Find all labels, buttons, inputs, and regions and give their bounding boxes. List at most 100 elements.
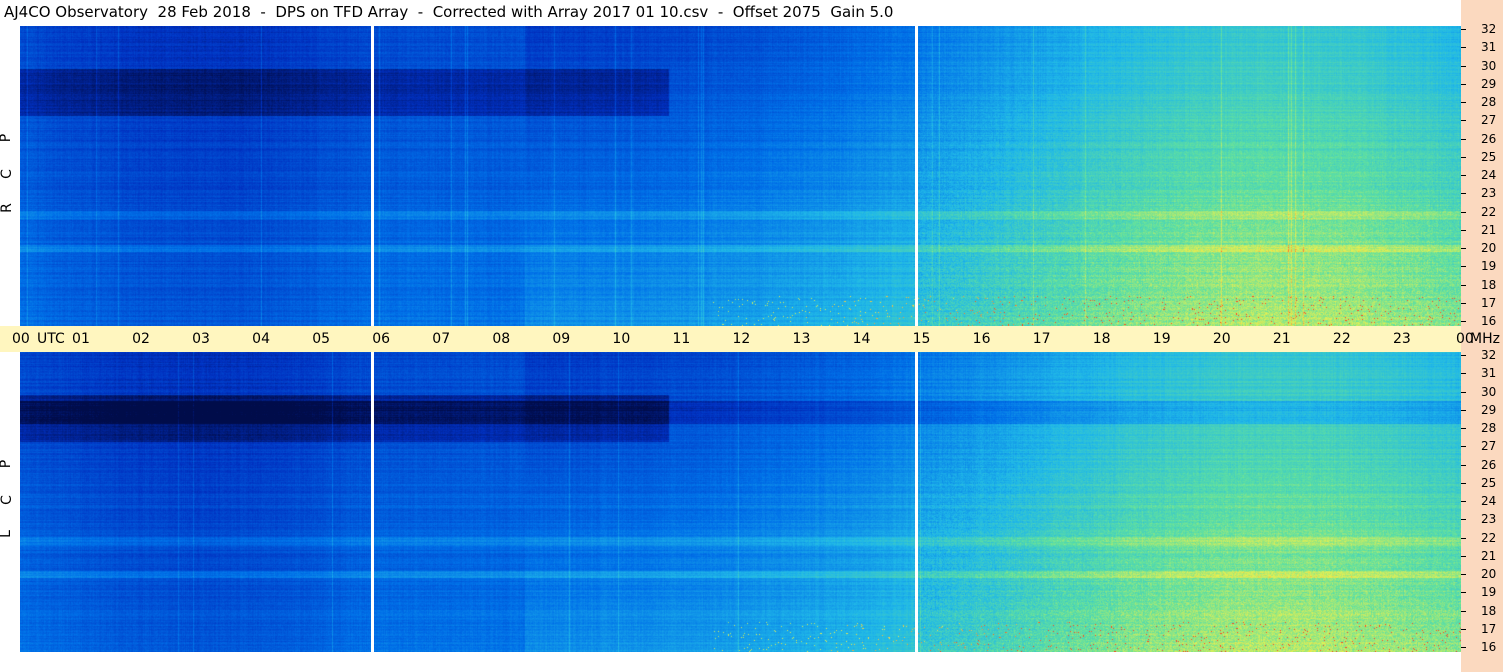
freq-tick-mark: [1461, 537, 1466, 539]
freq-tick-mark: [1461, 610, 1466, 612]
utc-tick-label: 04: [252, 331, 270, 347]
polarization-letter: R: [0, 203, 15, 213]
freq-tick-label: 26: [1481, 131, 1497, 146]
utc-time-axis: [0, 326, 1461, 352]
freq-tick-mark: [1461, 555, 1466, 557]
freq-tick-mark: [1461, 373, 1466, 375]
freq-tick-mark: [1461, 464, 1466, 466]
utc-tick-label: 12: [732, 331, 751, 347]
freq-tick-label: 22: [1481, 530, 1497, 545]
freq-tick-label: 20: [1481, 567, 1497, 581]
freq-tick-mark: [1461, 266, 1466, 268]
freq-tick-label: 21: [1481, 222, 1497, 237]
freq-tick-label: 22: [1481, 204, 1497, 219]
rcp-spectrogram: [20, 26, 1461, 326]
utc-tick-label: 06: [372, 331, 391, 347]
freq-tick-label: 31: [1481, 366, 1497, 381]
freq-tick-label: 24: [1481, 168, 1497, 182]
freq-tick-label: 20: [1481, 241, 1497, 255]
utc-tick-label: 16: [972, 331, 991, 347]
utc-tick-label: 02: [132, 331, 150, 347]
utc-tick-label: 17: [1032, 331, 1051, 347]
freq-tick-mark: [1461, 211, 1466, 213]
lcp-spectrogram: [20, 352, 1461, 652]
freq-tick-label: 18: [1481, 603, 1497, 618]
freq-tick-label: 16: [1481, 314, 1497, 328]
freq-tick-mark: [1461, 47, 1466, 49]
polarization-letter: L: [0, 530, 14, 538]
utc-tick-label: 05: [312, 331, 331, 347]
utc-tick-label: 03: [192, 331, 210, 347]
freq-tick-label: 32: [1481, 348, 1497, 362]
freq-tick-mark: [1461, 83, 1466, 85]
freq-tick-mark: [1461, 592, 1466, 594]
freq-tick-label: 29: [1481, 402, 1497, 417]
freq-tick-mark: [1461, 519, 1466, 521]
freq-tick-mark: [1461, 248, 1466, 249]
freq-tick-mark: [1461, 156, 1466, 158]
freq-tick-mark: [1461, 284, 1466, 286]
freq-tick-label: 28: [1481, 95, 1497, 109]
freq-tick-label: 26: [1481, 457, 1497, 472]
utc-unit-label: UTC: [37, 331, 65, 347]
freq-tick-label: 30: [1481, 58, 1497, 73]
freq-tick-label: 19: [1481, 585, 1497, 600]
freq-tick-label: 32: [1481, 22, 1497, 36]
freq-tick-label: 17: [1481, 621, 1497, 636]
freq-tick-mark: [1461, 628, 1466, 630]
utc-tick-label: 23: [1392, 331, 1411, 347]
utc-tick-label: 14: [852, 331, 871, 347]
utc-tick-label: 20: [1212, 331, 1231, 347]
utc-tick-label: 00: [12, 331, 30, 347]
polarization-letter: C: [0, 495, 15, 505]
data-gap-line: [371, 352, 375, 652]
freq-tick-mark: [1461, 120, 1466, 122]
freq-tick-mark: [1461, 428, 1466, 429]
utc-tick-label: 18: [1092, 331, 1111, 347]
chart-title: AJ4CO Observatory 28 Feb 2018 - DPS on T…: [4, 3, 894, 21]
freq-tick-label: 25: [1481, 475, 1497, 490]
utc-tick-label: 10: [612, 331, 631, 347]
polarization-letter: C: [0, 169, 15, 179]
freq-tick-mark: [1461, 355, 1466, 356]
polarization-letter: P: [0, 460, 14, 468]
freq-tick-mark: [1461, 175, 1466, 176]
freq-tick-mark: [1461, 193, 1466, 195]
polarization-letter: P: [0, 134, 14, 142]
utc-tick-label: 19: [1152, 331, 1171, 347]
utc-tick-label: 08: [492, 331, 511, 347]
freq-tick-label: 28: [1481, 421, 1497, 435]
freq-tick-mark: [1461, 302, 1466, 304]
freq-tick-mark: [1461, 501, 1466, 502]
freq-tick-mark: [1461, 29, 1466, 30]
freq-tick-mark: [1461, 229, 1466, 231]
freq-tick-label: 23: [1481, 512, 1497, 527]
freq-tick-label: 17: [1481, 295, 1497, 310]
freq-tick-label: 27: [1481, 439, 1497, 454]
utc-tick-label: 07: [432, 331, 451, 347]
freq-tick-label: 18: [1481, 277, 1497, 292]
freq-tick-mark: [1461, 321, 1466, 322]
freq-tick-label: 25: [1481, 149, 1497, 164]
data-gap-line: [371, 26, 375, 326]
freq-tick-mark: [1461, 138, 1466, 140]
freq-tick-label: 31: [1481, 40, 1497, 55]
utc-tick-label: 11: [672, 331, 691, 347]
utc-tick-label: 15: [912, 331, 931, 347]
freq-tick-mark: [1461, 446, 1466, 448]
data-gap-line: [914, 352, 918, 652]
freq-tick-label: 21: [1481, 548, 1497, 563]
utc-tick-label: 21: [1272, 331, 1291, 347]
utc-tick-label: 13: [792, 331, 811, 347]
freq-tick-mark: [1461, 65, 1466, 67]
utc-tick-label: 09: [552, 331, 571, 347]
freq-tick-label: 29: [1481, 76, 1497, 91]
utc-tick-label: 22: [1332, 331, 1351, 347]
freq-tick-mark: [1461, 647, 1466, 648]
freq-tick-label: 27: [1481, 113, 1497, 128]
freq-tick-mark: [1461, 102, 1466, 103]
freq-tick-label: 30: [1481, 384, 1497, 399]
freq-tick-mark: [1461, 391, 1466, 393]
freq-tick-mark: [1461, 574, 1466, 575]
utc-tick-label: 01: [72, 331, 90, 347]
